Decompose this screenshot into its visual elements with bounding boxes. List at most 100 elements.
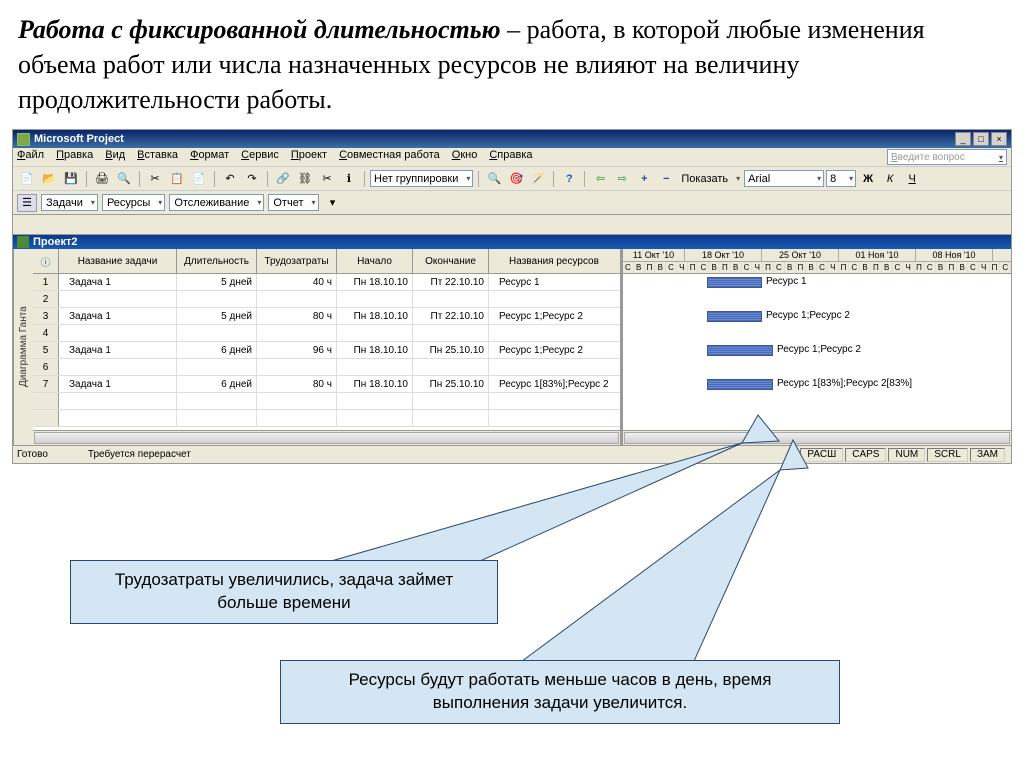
- guide-icon[interactable]: ☰: [17, 194, 37, 212]
- col-indicator[interactable]: ⓘ: [33, 249, 59, 273]
- workarea: Диаграмма Ганта ⓘ Название задачи Длител…: [13, 249, 1011, 445]
- menu-tools[interactable]: Сервис: [241, 149, 279, 165]
- task-grid[interactable]: ⓘ Название задачи Длительность Трудозатр…: [33, 249, 623, 445]
- gantt-bar-label: Ресурс 1;Ресурс 2: [777, 344, 861, 355]
- paste-icon[interactable]: 📄: [189, 170, 209, 188]
- italic-icon[interactable]: К: [880, 170, 900, 188]
- gantt-bar-label: Ресурс 1: [766, 276, 807, 287]
- goto-icon[interactable]: 🎯: [506, 170, 526, 188]
- callout-resources-less-hours: Ресурсы будут работать меньше часов в де…: [280, 660, 840, 724]
- save-icon[interactable]: 💾: [61, 170, 81, 188]
- gantt-bar[interactable]: [707, 277, 762, 288]
- preview-icon[interactable]: 🔍: [114, 170, 134, 188]
- split-icon[interactable]: ✂: [317, 170, 337, 188]
- link-icon[interactable]: 🔗: [273, 170, 293, 188]
- bold-icon[interactable]: Ж: [858, 170, 878, 188]
- menu-window[interactable]: Окно: [452, 149, 478, 165]
- statusbar: Готово Требуется перерасчет РАСШ CAPS NU…: [13, 445, 1011, 463]
- standard-toolbar[interactable]: 📄 📂 💾 🖨 🔍 ✂ 📋 📄 ↶ ↷ 🔗 ⛓ ✂ ℹ Нет группиро…: [13, 167, 1011, 191]
- table-row[interactable]: 1Задача 15 дней40 чПн 18.10.10Пт 22.10.1…: [33, 274, 620, 291]
- status-caps: CAPS: [845, 448, 886, 462]
- grid-header[interactable]: ⓘ Название задачи Длительность Трудозатр…: [33, 249, 620, 274]
- zoom-icon[interactable]: 🔍: [484, 170, 504, 188]
- callout-work-increased: Трудозатраты увеличились, задача займет …: [70, 560, 498, 624]
- gantt-hscroll[interactable]: [623, 430, 1011, 445]
- project-name: Проект2: [33, 236, 77, 248]
- gantt-bar[interactable]: [707, 311, 762, 322]
- show-select[interactable]: Показать: [678, 170, 742, 187]
- menu-view[interactable]: Вид: [105, 149, 125, 165]
- ms-project-window: Microsoft Project _ □ × Файл Правка Вид …: [12, 129, 1012, 464]
- underline-icon[interactable]: Ч: [902, 170, 922, 188]
- plus-icon[interactable]: +: [634, 170, 654, 188]
- minimize-button[interactable]: _: [955, 132, 971, 146]
- fontsize-select[interactable]: 8: [826, 170, 856, 187]
- gantt-bar[interactable]: [707, 379, 773, 390]
- help-question-input[interactable]: Введите вопрос▾: [887, 149, 1007, 165]
- wizard-icon[interactable]: 🪄: [528, 170, 548, 188]
- table-row[interactable]: 5Задача 16 дней96 чПн 18.10.10Пн 25.10.1…: [33, 342, 620, 359]
- open-icon[interactable]: 📂: [39, 170, 59, 188]
- minus-icon[interactable]: −: [656, 170, 676, 188]
- col-start[interactable]: Начало: [337, 249, 413, 273]
- font-select[interactable]: Arial: [744, 170, 824, 187]
- col-end[interactable]: Окончание: [413, 249, 489, 273]
- window-title: Microsoft Project: [34, 133, 955, 145]
- menu-project[interactable]: Проект: [291, 149, 327, 165]
- status-ready: Готово: [17, 449, 48, 460]
- redo-icon[interactable]: ↷: [242, 170, 262, 188]
- menu-insert[interactable]: Вставка: [137, 149, 178, 165]
- undo-icon[interactable]: ↶: [220, 170, 240, 188]
- status-ovr: ЗАМ: [970, 448, 1005, 462]
- col-work[interactable]: Трудозатраты: [257, 249, 337, 273]
- gantt-bar[interactable]: [707, 345, 773, 356]
- unlink-icon[interactable]: ⛓: [295, 170, 315, 188]
- gantt-sidetab[interactable]: Диаграмма Ганта: [13, 249, 33, 445]
- table-row[interactable]: 6: [33, 359, 620, 376]
- project-icon: [17, 236, 29, 248]
- menu-edit[interactable]: Правка: [56, 149, 93, 165]
- menubar[interactable]: Файл Правка Вид Вставка Формат Сервис Пр…: [13, 148, 1011, 167]
- status-num: NUM: [888, 448, 925, 462]
- outdent-icon[interactable]: ⇦: [590, 170, 610, 188]
- grid-hscroll[interactable]: [33, 430, 620, 445]
- titlebar[interactable]: Microsoft Project _ □ ×: [13, 130, 1011, 148]
- cut-icon[interactable]: ✂: [145, 170, 165, 188]
- gantt-bar-label: Ресурс 1[83%];Ресурс 2[83%]: [777, 378, 912, 389]
- copy-icon[interactable]: 📋: [167, 170, 187, 188]
- indent-icon[interactable]: ⇨: [612, 170, 632, 188]
- status-recalc: Требуется перерасчет: [88, 449, 191, 460]
- project-titlebar[interactable]: Проект2: [13, 235, 1011, 249]
- tasks-view[interactable]: Задачи: [41, 194, 98, 211]
- status-scrl: SCRL: [927, 448, 968, 462]
- table-row[interactable]: 4: [33, 325, 620, 342]
- view-bar[interactable]: ☰ Задачи Ресурсы Отслеживание Отчет ▾: [13, 191, 1011, 215]
- tracking-view[interactable]: Отслеживание: [169, 194, 264, 211]
- gantt-chart[interactable]: 11 Окт '1018 Окт '1025 Окт '1001 Ноя '10…: [623, 249, 1011, 445]
- status-ext: РАСШ: [800, 448, 843, 462]
- gantt-bar-label: Ресурс 1;Ресурс 2: [766, 310, 850, 321]
- info-icon[interactable]: ℹ: [339, 170, 359, 188]
- menu-help[interactable]: Справка: [489, 149, 532, 165]
- help-icon[interactable]: ?: [559, 170, 579, 188]
- col-name[interactable]: Название задачи: [59, 249, 177, 273]
- table-row[interactable]: 2: [33, 291, 620, 308]
- app-icon: [17, 133, 30, 146]
- report-view[interactable]: Отчет: [268, 194, 318, 211]
- definition-paragraph: Работа с фиксированной длительностью – р…: [0, 0, 1024, 125]
- group-select[interactable]: Нет группировки: [370, 170, 473, 187]
- toolbar-options-icon[interactable]: ▾: [323, 194, 343, 212]
- resources-view[interactable]: Ресурсы: [102, 194, 165, 211]
- menu-collab[interactable]: Совместная работа: [339, 149, 440, 165]
- col-resources[interactable]: Названия ресурсов: [489, 249, 619, 273]
- term: Работа с фиксированной длительностью: [18, 15, 501, 44]
- print-icon[interactable]: 🖨: [92, 170, 112, 188]
- maximize-button[interactable]: □: [973, 132, 989, 146]
- col-duration[interactable]: Длительность: [177, 249, 257, 273]
- close-button[interactable]: ×: [991, 132, 1007, 146]
- new-icon[interactable]: 📄: [17, 170, 37, 188]
- menu-file[interactable]: Файл: [17, 149, 44, 165]
- table-row[interactable]: 3Задача 15 дней80 чПн 18.10.10Пт 22.10.1…: [33, 308, 620, 325]
- menu-format[interactable]: Формат: [190, 149, 229, 165]
- table-row[interactable]: 7Задача 16 дней80 чПн 18.10.10Пн 25.10.1…: [33, 376, 620, 393]
